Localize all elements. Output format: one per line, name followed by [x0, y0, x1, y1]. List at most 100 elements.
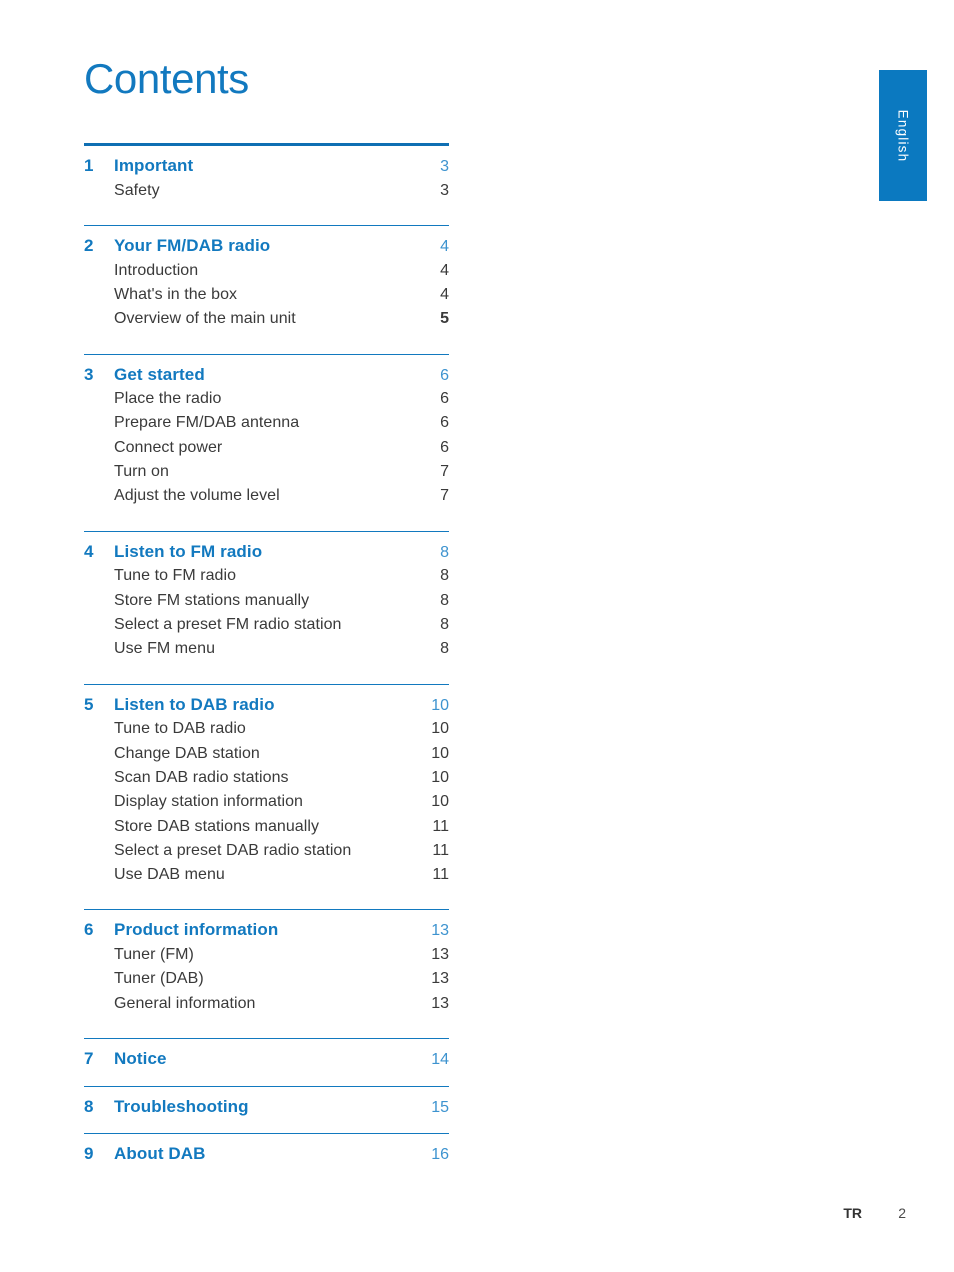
language-tab: English: [879, 70, 927, 201]
footer-language-code: TR: [843, 1205, 862, 1221]
subitem-label: Use DAB menu: [114, 866, 225, 884]
subitem-label: What's in the box: [114, 285, 238, 303]
toc-subitem[interactable]: Scan DAB radio stations 10: [84, 766, 449, 790]
subitem-label: Change DAB station: [114, 744, 260, 762]
subitem-page-number: 11: [432, 866, 449, 884]
section-title: Listen to FM radio: [114, 541, 263, 561]
subitem-page-number: 5: [440, 310, 449, 328]
page-title: Contents: [84, 55, 249, 102]
toc-section: 6 Product information 13 Tuner (FM) 13 Tuner …: [84, 909, 449, 1038]
toc-subitem[interactable]: Safety 3: [84, 179, 449, 203]
toc-subitem[interactable]: Display station information 10: [84, 790, 449, 814]
section-number: 4: [84, 541, 94, 561]
subitem-label: General information: [114, 994, 256, 1012]
toc-section-heading[interactable]: 3 Get started 6: [84, 355, 449, 388]
subitem-label: Select a preset DAB radio station: [114, 841, 352, 859]
toc-subitem[interactable]: Tune to DAB radio 10: [84, 717, 449, 741]
table-of-contents: 1 Important 3 Safety 3 2 Your FM/DAB radio 4 Int…: [84, 143, 449, 1181]
toc-subitem[interactable]: Introduction 4: [84, 259, 449, 283]
subitem-label: Turn on: [114, 463, 169, 481]
section-title: Notice: [114, 1049, 167, 1069]
section-title: Listen to DAB radio: [114, 694, 275, 714]
subitem-label: Tune to DAB radio: [114, 720, 246, 738]
page-footer: TR 2: [0, 1205, 954, 1227]
toc-section: 3 Get started 6 Place the radio 6 Prepare FM/…: [84, 353, 449, 531]
section-page-number: 16: [431, 1146, 449, 1164]
subitem-label: Display station information: [114, 793, 303, 811]
toc-subitem[interactable]: Select a preset DAB radio station 11: [84, 839, 449, 863]
subitem-page-number: 11: [432, 841, 449, 859]
toc-subitem[interactable]: Adjust the volume level 7: [84, 484, 449, 508]
toc-subitem[interactable]: Use DAB menu 11: [84, 863, 449, 887]
subitem-page-number: 8: [440, 640, 449, 658]
toc-subitem[interactable]: Turn on 7: [84, 460, 449, 484]
toc-subitem-list: Place the radio 6 Prepare FM/DAB antenna 6 C…: [84, 387, 449, 509]
toc-subitem-list: Tune to FM radio 8 Store FM stations manua…: [84, 564, 449, 661]
toc-subitem-list: Safety 3: [84, 179, 449, 203]
subitem-page-number: 3: [440, 181, 449, 199]
toc-subitem-list: Tuner (FM) 13 Tuner (DAB) 13 General informa…: [84, 943, 449, 1016]
toc-subitem[interactable]: Store DAB stations manually 11: [84, 815, 449, 839]
subitem-page-number: 4: [440, 261, 449, 279]
toc-subitem[interactable]: Select a preset FM radio station 8: [84, 613, 449, 637]
section-page-number: 6: [440, 366, 449, 384]
subitem-page-number: 10: [431, 768, 449, 786]
section-title: Get started: [114, 364, 205, 384]
subitem-page-number: 10: [431, 793, 449, 811]
subitem-label: Select a preset FM radio station: [114, 616, 342, 633]
subitem-page-number: 13: [431, 970, 449, 988]
toc-section-heading[interactable]: 1 Important 3: [84, 146, 449, 179]
subitem-label: Adjust the volume level: [114, 487, 280, 505]
subitem-label: Tuner (DAB): [114, 970, 204, 988]
toc-section-heading[interactable]: 6 Product information 13: [84, 910, 449, 943]
toc-subitem[interactable]: Use FM menu 8: [84, 637, 449, 661]
toc-subitem[interactable]: Tuner (DAB) 13: [84, 967, 449, 991]
subitem-label: Prepare FM/DAB antenna: [114, 414, 300, 432]
toc-section: 4 Listen to FM radio 8 Tune to FM radio 8 Sto…: [84, 530, 449, 684]
toc-subitem[interactable]: Overview of the main unit 5: [84, 307, 449, 331]
toc-section-heading[interactable]: 9 About DAB 16: [84, 1134, 449, 1167]
subitem-page-number: 13: [431, 946, 449, 964]
section-page-number: 14: [431, 1051, 449, 1069]
section-title: Product information: [114, 920, 279, 940]
subitem-label: Scan DAB radio stations: [114, 768, 289, 786]
toc-section-heading[interactable]: 7 Notice 14: [84, 1039, 449, 1072]
toc-subitem[interactable]: General information 13: [84, 992, 449, 1016]
toc-subitem[interactable]: Change DAB station 10: [84, 742, 449, 766]
toc-section: 8 Troubleshooting 15: [84, 1085, 449, 1134]
toc-section-heading[interactable]: 2 Your FM/DAB radio 4: [84, 226, 449, 259]
toc-section: 9 About DAB 16: [84, 1133, 449, 1181]
toc-section: 5 Listen to DAB radio 10 Tune to DAB radio 1…: [84, 683, 449, 910]
subitem-label: Store DAB stations manually: [114, 817, 319, 835]
toc-section: 2 Your FM/DAB radio 4 Introduction 4 What's i…: [84, 224, 449, 354]
section-title: About DAB: [114, 1144, 206, 1164]
toc-subitem[interactable]: Store FM stations manually 8: [84, 589, 449, 613]
subitem-label: Use FM menu: [114, 640, 216, 658]
toc-subitem[interactable]: What's in the box 4: [84, 283, 449, 307]
toc-subitem[interactable]: Tuner (FM) 13: [84, 943, 449, 967]
subitem-label: Connect power: [114, 438, 223, 456]
section-page-number: 3: [440, 158, 449, 175]
toc-subitem[interactable]: Place the radio 6: [84, 387, 449, 411]
toc-section-heading[interactable]: 5 Listen to DAB radio 10: [84, 685, 449, 718]
toc-subitem[interactable]: Tune to FM radio 8: [84, 564, 449, 588]
subitem-page-number: 6: [440, 438, 449, 456]
subitem-page-number: 11: [432, 817, 449, 835]
toc-section-heading[interactable]: 8 Troubleshooting 15: [84, 1087, 449, 1120]
toc-subitem[interactable]: Prepare FM/DAB antenna 6: [84, 411, 449, 435]
document-page: English Contents 1 Important 3 Safety 3 2 Your…: [0, 0, 954, 1272]
toc-section-heading[interactable]: 4 Listen to FM radio 8: [84, 532, 449, 565]
toc-subitem[interactable]: Connect power 6: [84, 436, 449, 460]
subitem-page-number: 10: [431, 744, 449, 762]
subitem-label: Tuner (FM): [114, 946, 194, 964]
toc-section: 7 Notice 14: [84, 1038, 449, 1086]
subitem-page-number: 13: [431, 994, 449, 1012]
subitem-page-number: 8: [440, 616, 449, 633]
